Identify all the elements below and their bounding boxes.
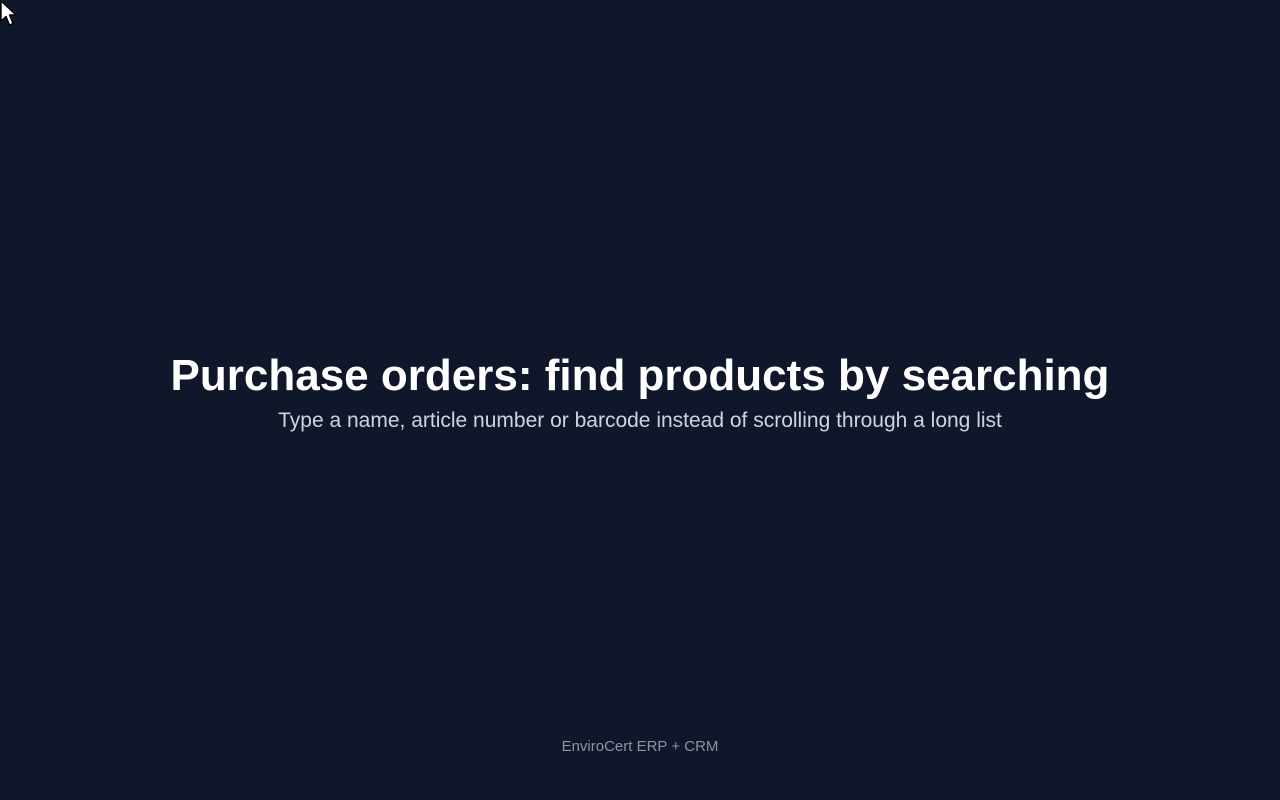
slide-screen: { "slide": { "headline": "Purchase order… xyxy=(0,0,1280,800)
footer-brand: EnviroCert ERP + CRM xyxy=(561,738,719,755)
title-card: Purchase orders: find products by search… xyxy=(0,350,1280,436)
mouse-pointer-icon xyxy=(0,0,17,26)
slide-subheadline: Type a name, article number or barcode i… xyxy=(278,409,1002,432)
slide-headline: Purchase orders: find products by search… xyxy=(170,351,1110,400)
